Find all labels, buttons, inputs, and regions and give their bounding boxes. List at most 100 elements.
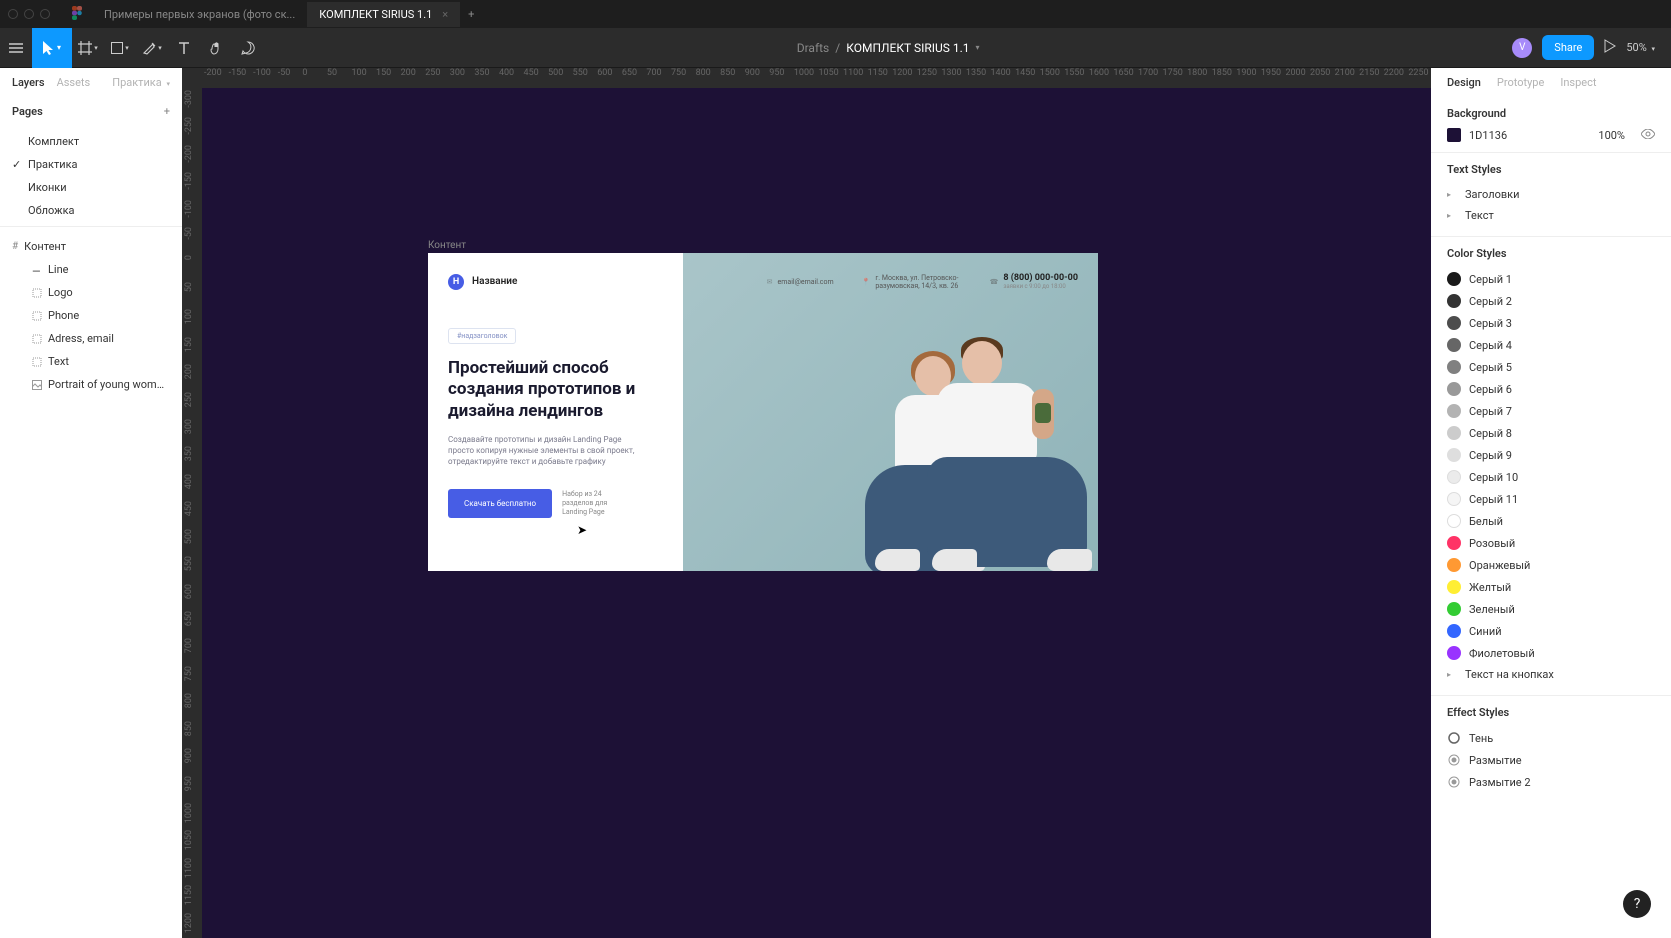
text-style-item[interactable]: ▸ Заголовки: [1447, 184, 1655, 205]
person-man: [932, 341, 1098, 571]
color-style-item[interactable]: Серый 8: [1447, 422, 1655, 444]
add-page-button[interactable]: +: [164, 105, 170, 118]
comment-tool[interactable]: [232, 32, 264, 64]
color-styles-section: Color Styles Серый 1Серый 2Серый 3Серый …: [1431, 237, 1671, 696]
color-name: Серый 1: [1469, 273, 1512, 286]
tab-prototype[interactable]: Prototype: [1497, 76, 1544, 89]
zoom-selector[interactable]: 50% ▾: [1626, 41, 1655, 54]
hero-title: Простейший способ создания прототипов и …: [448, 358, 648, 422]
pages-title: Pages: [12, 105, 43, 118]
color-style-item[interactable]: Серый 4: [1447, 334, 1655, 356]
chevron-right-icon: ▸: [1447, 211, 1457, 220]
page-item[interactable]: Обложка: [0, 199, 182, 222]
visibility-icon[interactable]: [1641, 129, 1655, 142]
color-style-item[interactable]: Оранжевый: [1447, 554, 1655, 576]
tab-page-selector[interactable]: Практика ▾: [112, 76, 170, 89]
color-style-item[interactable]: Серый 2: [1447, 290, 1655, 312]
color-swatch: [1447, 382, 1461, 396]
layer-logo[interactable]: Logo: [0, 281, 182, 304]
pen-tool[interactable]: ▾: [136, 32, 168, 64]
hero-image: [683, 253, 1098, 571]
figma-logo-icon[interactable]: [72, 6, 82, 23]
color-name: Синий: [1469, 625, 1502, 638]
tab-inspect[interactable]: Inspect: [1560, 76, 1596, 89]
landing-header: Н Название ✉ email@email.com 📍 г. Москва…: [448, 273, 1078, 290]
color-name: Фиолетовый: [1469, 647, 1535, 660]
background-row[interactable]: 1D1136 100%: [1447, 128, 1655, 142]
tab-label: КОМПЛЕКТ SIRIUS 1.1: [319, 8, 432, 21]
tab-inactive[interactable]: Примеры первых экранов (фото ск...: [92, 2, 307, 27]
color-style-item[interactable]: Белый: [1447, 510, 1655, 532]
shape-tool[interactable]: ▾: [104, 32, 136, 64]
bg-color-chip[interactable]: [1447, 128, 1461, 142]
color-style-item[interactable]: Зеленый: [1447, 598, 1655, 620]
color-swatch: [1447, 624, 1461, 638]
artboard-content[interactable]: Н Название ✉ email@email.com 📍 г. Москва…: [428, 253, 1098, 571]
color-style-item[interactable]: Серый 5: [1447, 356, 1655, 378]
color-style-item[interactable]: Фиолетовый: [1447, 642, 1655, 664]
text-tool[interactable]: [168, 32, 200, 64]
canvas[interactable]: Контент Н Название: [202, 88, 1431, 938]
text-style-item[interactable]: ▸ Текст: [1447, 205, 1655, 226]
color-style-item[interactable]: Серый 1: [1447, 268, 1655, 290]
page-item[interactable]: Комплект: [0, 130, 182, 153]
maximize-window[interactable]: [40, 9, 50, 19]
present-button[interactable]: [1604, 38, 1616, 57]
color-style-item[interactable]: Синий: [1447, 620, 1655, 642]
color-style-item[interactable]: Серый 11: [1447, 488, 1655, 510]
color-style-item[interactable]: Серый 10: [1447, 466, 1655, 488]
color-name: Зеленый: [1469, 603, 1515, 616]
horizontal-ruler: -200-150-100-500501001502002503003504004…: [202, 68, 1431, 88]
color-name: Розовый: [1469, 537, 1515, 550]
layer-image[interactable]: Portrait of young woman tellin...: [0, 373, 182, 396]
bg-opacity-value[interactable]: 100%: [1598, 129, 1625, 142]
text-on-buttons-style[interactable]: ▸ Текст на кнопках: [1447, 664, 1655, 685]
help-button[interactable]: ?: [1623, 890, 1651, 918]
layer-phone[interactable]: Phone: [0, 304, 182, 327]
chevron-down-icon[interactable]: ▾: [976, 43, 980, 52]
color-style-item[interactable]: Желтый: [1447, 576, 1655, 598]
tab-active[interactable]: КОМПЛЕКТ SIRIUS 1.1 ×: [307, 2, 460, 27]
move-tool[interactable]: [32, 28, 72, 68]
toolbar-title[interactable]: Drafts / КОМПЛЕКТ SIRIUS 1.1 ▾: [264, 41, 1512, 55]
color-swatch: [1447, 426, 1461, 440]
tool-group-left: ▾ ▾ ▾: [0, 28, 264, 68]
effect-style-item[interactable]: Тень: [1447, 727, 1655, 749]
color-style-item[interactable]: Серый 3: [1447, 312, 1655, 334]
share-button[interactable]: Share: [1542, 35, 1594, 60]
page-item[interactable]: Практика: [0, 153, 182, 176]
frame-tool[interactable]: ▾: [72, 32, 104, 64]
tab-assets[interactable]: Assets: [57, 76, 91, 89]
new-tab-button[interactable]: +: [460, 8, 482, 21]
frame-label[interactable]: Контент: [428, 240, 466, 251]
left-panel: Layers Assets Практика ▾ Pages + Комплек…: [0, 68, 182, 938]
page-item[interactable]: Иконки: [0, 176, 182, 199]
layer-line[interactable]: — Line: [0, 258, 182, 281]
group-icon: [32, 288, 42, 298]
separator: /: [835, 41, 840, 55]
canvas-area[interactable]: -200-150-100-500501001502002503003504004…: [182, 68, 1431, 938]
effect-style-item[interactable]: Размытие: [1447, 749, 1655, 771]
user-avatar[interactable]: V: [1512, 38, 1532, 58]
layer-text[interactable]: Text: [0, 350, 182, 373]
minimize-window[interactable]: [24, 9, 34, 19]
close-tab-icon[interactable]: ×: [442, 8, 448, 21]
tab-layers[interactable]: Layers: [12, 76, 45, 89]
effect-style-item[interactable]: Размытие 2: [1447, 771, 1655, 793]
color-name: Серый 7: [1469, 405, 1512, 418]
menu-button[interactable]: [0, 32, 32, 64]
color-style-item[interactable]: Серый 7: [1447, 400, 1655, 422]
logo-icon: Н: [448, 274, 464, 290]
close-window[interactable]: [8, 9, 18, 19]
tab-design[interactable]: Design: [1447, 76, 1481, 89]
bg-hex-value[interactable]: 1D1136: [1469, 129, 1507, 142]
color-style-item[interactable]: Серый 6: [1447, 378, 1655, 400]
color-name: Серый 2: [1469, 295, 1512, 308]
tab-label: Примеры первых экранов (фото ск...: [104, 8, 295, 21]
layer-address[interactable]: Adress, email: [0, 327, 182, 350]
hand-tool[interactable]: [200, 32, 232, 64]
layer-frame[interactable]: Контент: [0, 235, 182, 258]
color-style-item[interactable]: Серый 9: [1447, 444, 1655, 466]
blur-icon: [1447, 775, 1461, 789]
color-style-item[interactable]: Розовый: [1447, 532, 1655, 554]
